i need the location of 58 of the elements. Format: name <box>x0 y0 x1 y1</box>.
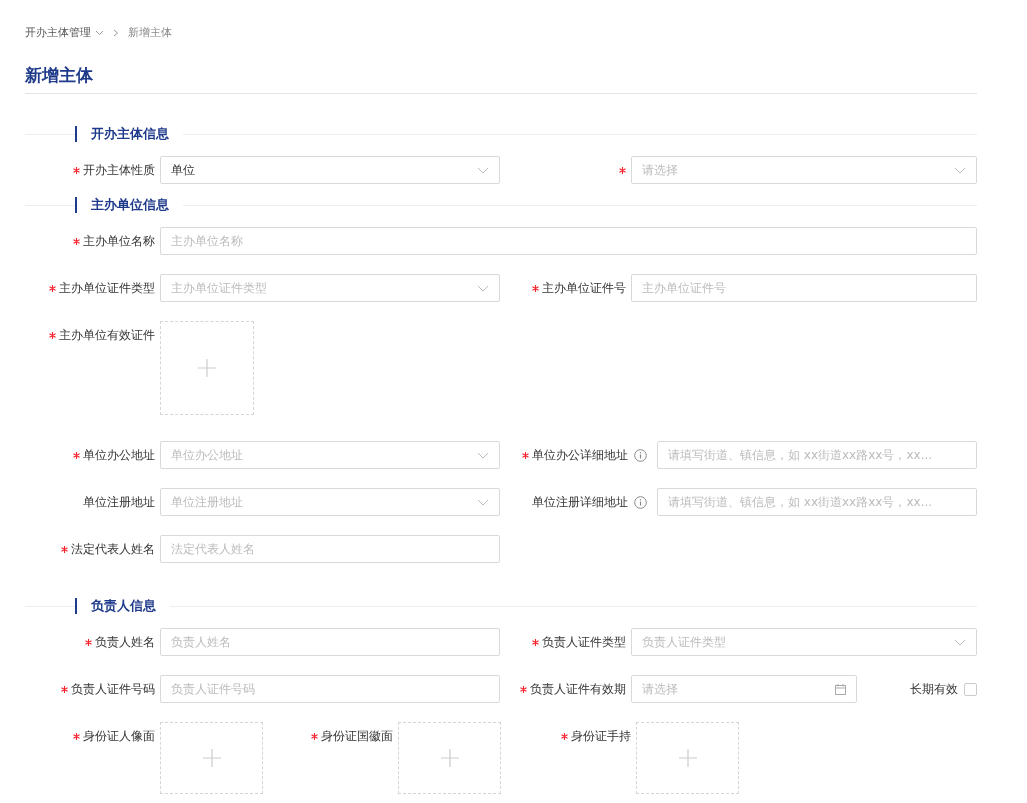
text-field[interactable]: 主办单位证件号 <box>631 274 977 302</box>
field-label: 负责人证件号码 <box>71 680 155 698</box>
select-field[interactable]: 单位注册地址 <box>160 488 500 516</box>
date-field[interactable]: 请选择 <box>631 675 857 703</box>
field-label: 负责人姓名 <box>95 633 155 651</box>
field-label: 法定代表人姓名 <box>71 540 155 558</box>
checkbox-label: 长期有效 <box>910 680 958 698</box>
field-label: 主办单位证件号 <box>542 279 626 297</box>
checkbox[interactable] <box>964 682 977 696</box>
section-title: 负责人信息 <box>75 598 170 614</box>
field-label: 身份证国徽面 <box>321 727 393 745</box>
field-label: 单位办公详细地址 <box>532 446 628 464</box>
upload-box[interactable] <box>160 722 263 794</box>
text-field[interactable]: 负责人姓名 <box>160 628 500 656</box>
select-field[interactable]: 请选择 <box>631 156 977 184</box>
chevron-down-icon[interactable] <box>95 30 104 36</box>
breadcrumb-link[interactable]: 开办主体管理 <box>25 26 91 40</box>
chevron-down-icon <box>477 498 489 506</box>
field-label: 负责人证件有效期 <box>530 680 626 698</box>
info-icon[interactable] <box>634 495 647 509</box>
field-label: 开办主体性质 <box>83 161 155 179</box>
chevron-down-icon <box>477 166 489 174</box>
field-label: 主办单位名称 <box>83 232 155 250</box>
calendar-icon <box>835 683 846 695</box>
chevron-down-icon <box>954 638 966 646</box>
text-field[interactable]: 请填写街道、镇信息，如 xx街道xx路xx号，xx... <box>657 488 977 516</box>
upload-box[interactable] <box>398 722 501 794</box>
field-label: 主办单位证件类型 <box>59 279 155 297</box>
select-field[interactable]: 单位 <box>160 156 500 184</box>
chevron-down-icon <box>954 166 966 174</box>
field-label: 主办单位有效证件 <box>59 326 155 344</box>
section-title: 开办主体信息 <box>75 126 183 142</box>
field-label: 负责人证件类型 <box>542 633 626 651</box>
text-field[interactable]: 主办单位名称 <box>160 227 977 255</box>
upload-box[interactable] <box>636 722 739 794</box>
plus-icon <box>440 749 459 767</box>
field-label: 身份证人像面 <box>83 727 155 745</box>
field-label: 单位注册地址 <box>83 493 155 511</box>
field-label: 单位办公地址 <box>83 446 155 464</box>
chevron-down-icon <box>477 451 489 459</box>
plus-icon <box>202 749 221 767</box>
section-title: 主办单位信息 <box>75 197 183 213</box>
select-field[interactable]: 主办单位证件类型 <box>160 274 500 302</box>
plus-icon <box>198 359 216 377</box>
text-field[interactable]: 请填写街道、镇信息，如 xx街道xx路xx号，xx... <box>657 441 977 469</box>
text-field[interactable]: 负责人证件号码 <box>160 675 500 703</box>
upload-box[interactable] <box>160 321 254 415</box>
info-icon[interactable] <box>634 448 647 462</box>
breadcrumb-link[interactable]: 新增主体 <box>128 26 172 40</box>
select-field[interactable]: 单位办公地址 <box>160 441 500 469</box>
text-field[interactable]: 法定代表人姓名 <box>160 535 500 563</box>
plus-icon <box>678 749 697 767</box>
select-field[interactable]: 负责人证件类型 <box>631 628 977 656</box>
breadcrumb-separator-icon <box>113 29 119 37</box>
page-title: 新增主体 <box>25 64 977 94</box>
field-label: 单位注册详细地址 <box>532 493 628 511</box>
chevron-down-icon <box>477 284 489 292</box>
field-label: 身份证手持 <box>571 727 631 745</box>
